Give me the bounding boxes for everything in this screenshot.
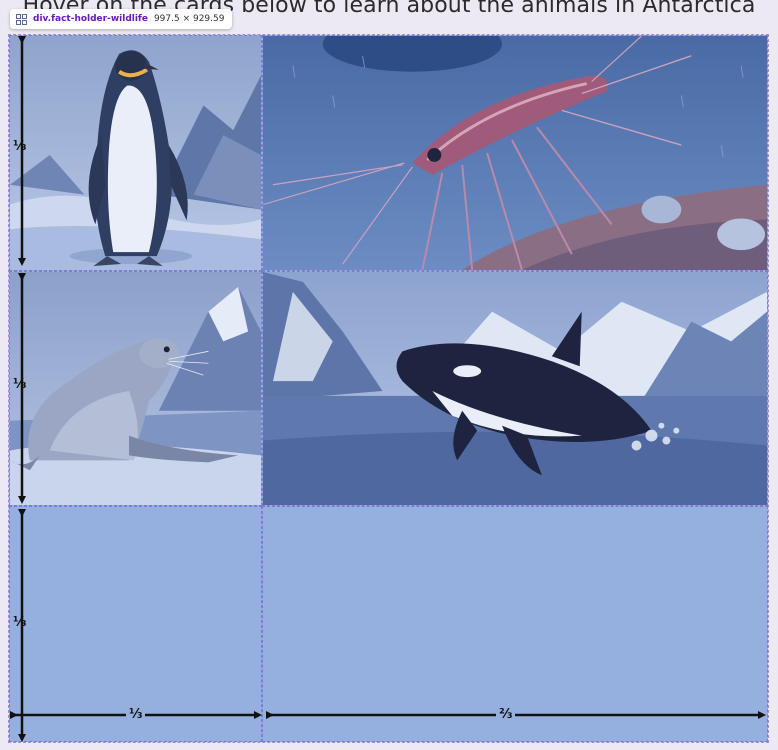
card-orca[interactable] <box>262 271 768 506</box>
row-fraction-label: ⅓ <box>13 139 27 154</box>
column-fraction-label: ⅓ <box>126 708 146 721</box>
card-penguin[interactable] <box>9 35 262 271</box>
card-krill[interactable] <box>262 35 768 271</box>
devtools-element-selector: div.fact-holder-wildlife <box>33 14 148 24</box>
row-fraction-label: ⅓ <box>13 377 27 392</box>
page: Hover on the cards below to learn about … <box>0 0 778 750</box>
column-fraction-label: ⅔ <box>496 708 516 721</box>
seal-illustration <box>10 272 261 505</box>
grid-icon <box>16 13 27 25</box>
orca-illustration <box>263 272 767 505</box>
devtools-inspect-tooltip: div.fact-holder-wildlife 997.5 × 929.59 <box>10 9 233 29</box>
penguin-illustration <box>10 36 261 270</box>
card-seal[interactable] <box>9 271 262 506</box>
fact-holder-wildlife <box>8 34 769 743</box>
devtools-element-dimensions: 997.5 × 929.59 <box>153 14 225 24</box>
card-empty[interactable] <box>262 506 768 742</box>
row-fraction-label: ⅓ <box>13 615 27 630</box>
krill-illustration <box>263 36 767 270</box>
